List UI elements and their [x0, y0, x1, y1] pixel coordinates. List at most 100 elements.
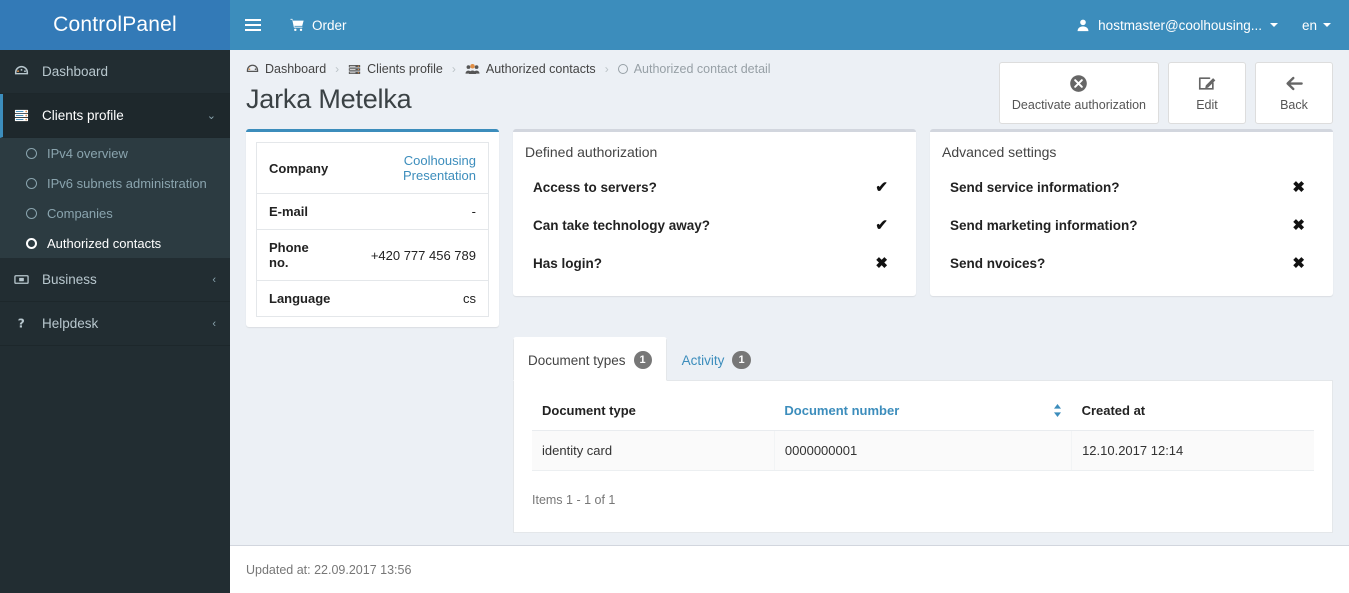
- chevron-left-icon: ‹: [212, 273, 216, 286]
- circle-icon: [26, 207, 37, 219]
- breadcrumb-item-dashboard[interactable]: Dashboard: [246, 62, 326, 76]
- main-content: Dashboard › Clients profile › Authorized…: [230, 50, 1349, 545]
- setting-label: Send service information?: [950, 179, 1120, 195]
- sidebar-item-business[interactable]: Business ‹: [0, 258, 230, 302]
- user-label: hostmaster@coolhousing...: [1098, 17, 1262, 33]
- breadcrumb-label: Clients profile: [367, 62, 443, 76]
- tab-document-types[interactable]: Document types 1: [513, 337, 667, 381]
- circle-icon: [26, 147, 37, 159]
- order-nav-link[interactable]: Order: [276, 0, 361, 50]
- setting-label: Send nvoices?: [950, 255, 1046, 271]
- check-icon: ✔: [875, 179, 888, 196]
- action-label: Back: [1280, 98, 1308, 112]
- setting-label: Send marketing information?: [950, 217, 1138, 233]
- items-info: Items 1 - 1 of 1: [532, 493, 616, 507]
- sidebar-item-helpdesk[interactable]: ? Helpdesk ‹: [0, 302, 230, 346]
- sidebar-subitem-label: Authorized contacts: [47, 235, 162, 251]
- sidebar-item-dashboard[interactable]: Dashboard: [0, 50, 230, 94]
- language-label: en: [1301, 17, 1317, 33]
- sidebar-item-clients-profile[interactable]: Clients profile ⌄: [0, 94, 230, 138]
- sidebar-submenu: IPv4 overview IPv6 subnets administratio…: [0, 138, 230, 258]
- list-item: Can take technology away? ✔: [525, 206, 904, 244]
- breadcrumb-separator: ›: [604, 62, 609, 76]
- brand-title: ControlPanel: [53, 13, 177, 36]
- breadcrumb-label: Dashboard: [265, 62, 327, 76]
- table-body: identity card 0000000001 12.10.2017 12:1…: [532, 430, 1314, 471]
- breadcrumb-separator: ›: [451, 62, 456, 76]
- sidebar-item-label: Clients profile: [42, 108, 124, 123]
- table-header-row: Document type Document number Created at: [532, 395, 1314, 431]
- menu-toggle-button[interactable]: [230, 0, 276, 50]
- company-link[interactable]: Coolhousing Presentation: [403, 153, 476, 183]
- panel-title: Defined authorization: [525, 144, 658, 160]
- table-row: Company Coolhousing Presentation: [256, 142, 489, 194]
- tabs-panel: Document types 1 Activity 1 Document typ…: [513, 337, 1333, 533]
- times-icon: ✖: [1292, 179, 1305, 196]
- sidebar-subitem-authorized-contacts[interactable]: Authorized contacts: [0, 228, 230, 258]
- table-row: Language cs: [257, 281, 489, 317]
- cell-document-type: identity card: [532, 430, 775, 471]
- sidebar-subitem-label: Companies: [47, 205, 113, 221]
- info-key: E-mail: [256, 193, 344, 230]
- detail-row: Company Coolhousing Presentation E-mail …: [230, 115, 1349, 327]
- server-stack-icon: [348, 63, 361, 76]
- info-value: cs: [463, 291, 476, 306]
- sidebar-subitem-ipv4-overview[interactable]: IPv4 overview: [0, 138, 230, 168]
- table-row[interactable]: identity card 0000000001 12.10.2017 12:1…: [532, 430, 1314, 471]
- pencil-square-icon: [1198, 74, 1217, 93]
- info-key: Phone no.: [256, 229, 344, 281]
- sort-icon: [1053, 403, 1062, 418]
- back-button[interactable]: Back: [1255, 62, 1333, 124]
- breadcrumb-label: Authorized contact detail: [633, 62, 771, 76]
- tab-bar: Document types 1 Activity 1: [513, 337, 1333, 381]
- sidebar-subitem-ipv6-subnets-administration[interactable]: IPv6 subnets administration: [0, 168, 230, 198]
- chevron-left-icon: ‹: [212, 317, 216, 330]
- times-icon: ✖: [1292, 255, 1305, 272]
- contact-info-body: Company Coolhousing Presentation E-mail …: [246, 132, 499, 327]
- advanced-settings-list: Send service information? ✖ Send marketi…: [930, 162, 1333, 296]
- breadcrumb-item-authorized-contact-detail: Authorized contact detail: [617, 62, 771, 76]
- list-item: Access to servers? ✔: [525, 168, 904, 206]
- arrow-left-icon: [1285, 74, 1304, 93]
- breadcrumb-item-authorized-contacts[interactable]: Authorized contacts: [465, 62, 596, 76]
- question-icon: ?: [14, 316, 34, 331]
- breadcrumb-item-clients-profile[interactable]: Clients profile: [348, 62, 443, 76]
- column-header-label: Document number: [784, 403, 900, 418]
- list-item: Send nvoices? ✖: [942, 244, 1321, 282]
- page-footer: Updated at: 22.09.2017 13:56: [230, 545, 1349, 593]
- breadcrumb-separator: ›: [335, 62, 340, 76]
- auth-label: Access to servers?: [533, 179, 657, 195]
- navbar-right: hostmaster@coolhousing... en: [1062, 0, 1349, 50]
- times-circle-icon: [1069, 74, 1088, 93]
- times-icon: ✖: [1292, 217, 1305, 234]
- deactivate-authorization-button[interactable]: Deactivate authorization: [998, 62, 1159, 124]
- action-label: Edit: [1196, 98, 1218, 112]
- table-head: Document type Document number Created at: [532, 395, 1314, 431]
- brand-logo[interactable]: ControlPanel: [0, 0, 230, 50]
- auth-label: Has login?: [533, 255, 603, 271]
- sidebar-subitem-companies[interactable]: Companies: [0, 198, 230, 228]
- chevron-down-icon: [1269, 23, 1278, 27]
- sidebar-submenu-wrap: IPv4 overview IPv6 subnets administratio…: [0, 138, 230, 258]
- users-icon: [465, 63, 480, 76]
- language-menu-button[interactable]: en: [1292, 0, 1349, 50]
- edit-button[interactable]: Edit: [1168, 62, 1246, 124]
- column-header-document-number[interactable]: Document number: [774, 395, 1072, 431]
- chevron-down-icon: [1323, 23, 1331, 27]
- table-row: Phone no. +420 777 456 789: [256, 229, 489, 281]
- contact-info-table: Company Coolhousing Presentation E-mail …: [256, 142, 489, 317]
- info-key: Language: [269, 291, 331, 306]
- tab-label: Activity: [681, 352, 725, 368]
- money-icon: [14, 272, 34, 287]
- cart-icon: [290, 18, 305, 32]
- page-actions: Deactivate authorization Edit Back: [998, 62, 1333, 124]
- layout-spacer: [246, 337, 499, 533]
- user-menu-button[interactable]: hostmaster@coolhousing...: [1062, 0, 1292, 50]
- cell-created-at: 12.10.2017 12:14: [1071, 430, 1314, 471]
- auth-label: Can take technology away?: [533, 217, 711, 233]
- panels-column: Defined authorization Access to servers?…: [513, 129, 1333, 296]
- tab-activity[interactable]: Activity 1: [667, 339, 766, 381]
- panel-title: Advanced settings: [942, 144, 1057, 160]
- list-item: Has login? ✖: [525, 244, 904, 282]
- info-value: -: [343, 193, 489, 230]
